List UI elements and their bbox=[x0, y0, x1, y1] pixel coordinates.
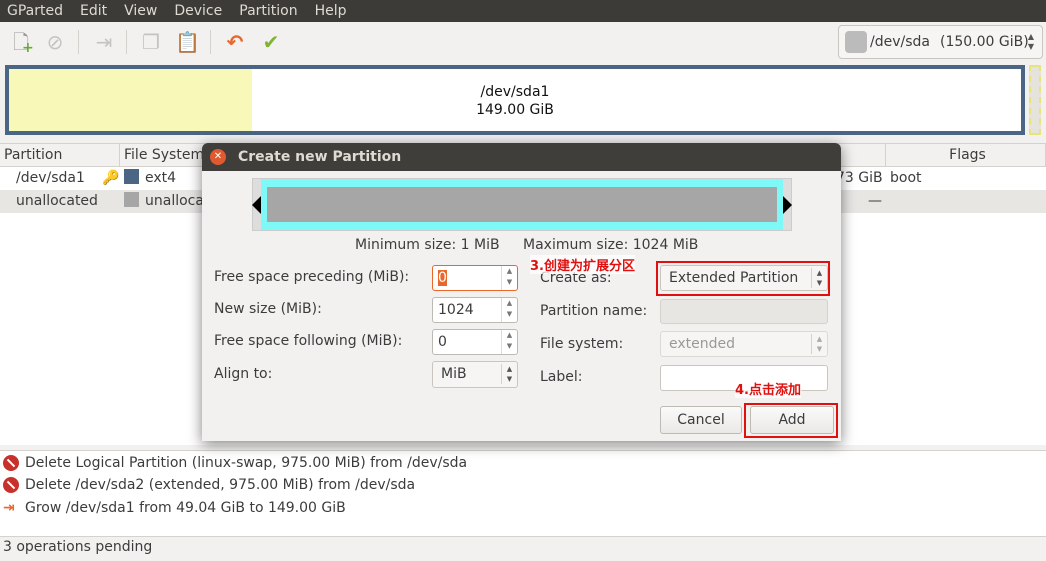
free-following-label: Free space following (MiB): bbox=[214, 333, 403, 349]
header-flags[interactable]: Flags bbox=[886, 144, 1046, 167]
device-selector[interactable]: /dev/sda (150.00 GiB) ▲ ▼ bbox=[838, 25, 1043, 59]
label-label: Label: bbox=[540, 369, 583, 385]
log-text: Grow /dev/sda1 from 49.04 GiB to 149.00 … bbox=[25, 500, 346, 516]
new-size-input[interactable]: 1024 ▲ ▼ bbox=[432, 297, 518, 323]
log-item[interactable]: Delete Logical Partition (linux-swap, 97… bbox=[3, 452, 467, 474]
unallocated-strip[interactable] bbox=[1029, 65, 1041, 135]
log-text: Delete /dev/sda2 (extended, 975.00 MiB) … bbox=[25, 477, 416, 493]
spin-arrows-icon[interactable]: ▲ ▼ bbox=[501, 298, 517, 322]
filesystem-label: File system: bbox=[540, 336, 624, 352]
key-icon: 🔑 bbox=[102, 170, 120, 186]
log-item[interactable]: ⇥ Grow /dev/sda1 from 49.04 GiB to 149.00… bbox=[3, 497, 346, 519]
copy-icon[interactable]: ❐ bbox=[139, 30, 163, 54]
resize-move-icon[interactable]: ⇥ bbox=[92, 30, 116, 54]
menu-device[interactable]: Device bbox=[174, 3, 222, 19]
free-following-input[interactable]: 0 ▲ ▼ bbox=[432, 329, 518, 355]
menu-help[interactable]: Help bbox=[315, 3, 347, 19]
menu-edit[interactable]: Edit bbox=[80, 3, 107, 19]
spin-arrows-icon[interactable]: ▲ ▼ bbox=[501, 330, 517, 354]
free-preceding-label: Free space preceding (MiB): bbox=[214, 269, 410, 285]
disk-map[interactable]: /dev/sda1 149.00 GiB bbox=[5, 65, 1025, 135]
partition-block[interactable] bbox=[267, 187, 777, 222]
cell-filesystem: ext4 bbox=[145, 170, 177, 186]
close-icon[interactable]: ✕ bbox=[210, 149, 226, 165]
delete-icon[interactable]: ⊘ bbox=[43, 30, 67, 54]
menu-view[interactable]: View bbox=[124, 3, 157, 19]
status-bar: 3 operations pending bbox=[3, 539, 153, 555]
annotation-step4: 4.点击添加 bbox=[735, 379, 801, 398]
header-partition[interactable]: Partition bbox=[0, 144, 120, 167]
partition-resizer[interactable] bbox=[252, 178, 792, 231]
left-handle-icon[interactable] bbox=[252, 196, 261, 214]
menubar: GParted Edit View Device Partition Help bbox=[0, 0, 1046, 22]
dialog-titlebar: ✕ Create new Partition bbox=[202, 143, 841, 171]
align-select[interactable]: MiB ▲ ▼ bbox=[432, 361, 518, 388]
cell-size: 73 GiB bbox=[836, 170, 883, 186]
annotation-highlight-create-as bbox=[656, 261, 830, 296]
new-partition-icon[interactable]: 🗋 + bbox=[9, 30, 34, 56]
annotation-step3: 3.创建为扩展分区 bbox=[530, 255, 635, 274]
cell-size: — bbox=[868, 193, 882, 209]
free-preceding-input[interactable]: 0 ▲ ▼ bbox=[432, 265, 518, 291]
paste-icon[interactable]: 📋 bbox=[175, 30, 200, 54]
operations-log: Delete Logical Partition (linux-swap, 97… bbox=[0, 450, 1046, 537]
right-handle-icon[interactable] bbox=[783, 196, 792, 214]
delete-icon bbox=[3, 455, 19, 471]
filesystem-select[interactable]: extended ▲ ▼ bbox=[660, 331, 828, 357]
harddisk-icon bbox=[845, 31, 867, 53]
log-text: Delete Logical Partition (linux-swap, 97… bbox=[25, 455, 468, 471]
align-label: Align to: bbox=[214, 366, 273, 382]
menu-gparted[interactable]: GParted bbox=[7, 3, 63, 19]
log-item[interactable]: Delete /dev/sda2 (extended, 975.00 MiB) … bbox=[3, 474, 415, 496]
menu-partition[interactable]: Partition bbox=[239, 3, 297, 19]
fs-color-swatch bbox=[124, 169, 139, 184]
fs-color-swatch bbox=[124, 192, 139, 207]
diskmap-partition-name: /dev/sda1 bbox=[480, 84, 550, 100]
device-size: (150.00 GiB) bbox=[939, 34, 1029, 50]
device-name: /dev/sda bbox=[870, 34, 930, 50]
annotation-highlight-add bbox=[744, 403, 838, 438]
diskmap-partition-size: 149.00 GiB bbox=[476, 102, 554, 118]
delete-icon bbox=[3, 477, 19, 493]
cell-flags: boot bbox=[890, 170, 922, 186]
dialog-title: Create new Partition bbox=[238, 149, 402, 165]
undo-icon[interactable]: ↶ bbox=[223, 30, 247, 54]
apply-icon[interactable]: ✔ bbox=[259, 30, 283, 54]
chevron-updown-icon: ▲ ▼ bbox=[1027, 32, 1034, 51]
partition-name-label: Partition name: bbox=[540, 303, 648, 319]
cell-partition: unallocated bbox=[16, 193, 98, 209]
spin-arrows-icon[interactable]: ▲ ▼ bbox=[501, 266, 517, 290]
partition-name-input[interactable] bbox=[660, 299, 828, 324]
cancel-button[interactable]: Cancel bbox=[660, 406, 742, 434]
max-size-label: Maximum size: 1024 MiB bbox=[523, 237, 699, 253]
grow-icon: ⇥ bbox=[3, 500, 15, 516]
cell-filesystem: unalloca bbox=[145, 193, 204, 209]
new-size-label: New size (MiB): bbox=[214, 301, 322, 317]
cell-partition: /dev/sda1 bbox=[16, 170, 85, 186]
min-size-label: Minimum size: 1 MiB bbox=[355, 237, 500, 253]
